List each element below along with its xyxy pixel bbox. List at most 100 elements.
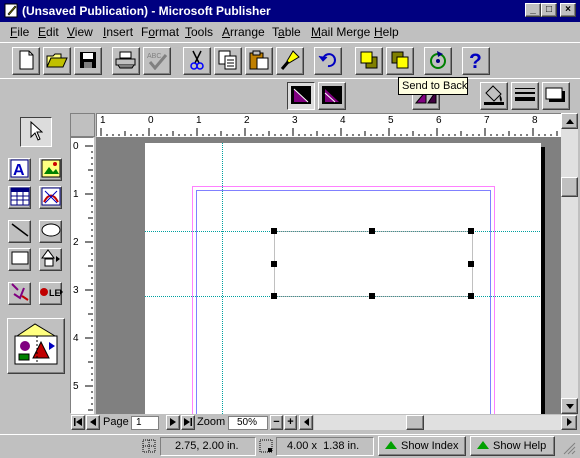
picture-frame-tool[interactable]	[39, 158, 62, 181]
v-ruler-label: 3	[73, 285, 79, 296]
show-index-button[interactable]: Show Index	[378, 436, 466, 456]
shadow-button[interactable]	[542, 82, 570, 110]
position-readout: 2.75, 2.00 in.	[160, 437, 256, 456]
design-gallery-button[interactable]	[7, 318, 65, 374]
next-page-button[interactable]	[166, 415, 180, 430]
fill-color-button[interactable]	[480, 82, 508, 110]
spell-check-button[interactable]: ABC	[143, 47, 171, 75]
menu-view[interactable]: View	[67, 25, 93, 39]
selection-handle-top-center[interactable]	[369, 228, 375, 234]
send-to-back-button[interactable]	[386, 47, 414, 75]
ole-object-tool[interactable]: LE	[39, 282, 63, 305]
horizontal-ruler[interactable]: 1 0 1 2 3 4 5 6 7 8	[96, 113, 562, 137]
show-help-button[interactable]: Show Help	[470, 436, 555, 456]
design-gallery-object-tool[interactable]	[8, 282, 31, 305]
maximize-button[interactable]: □	[541, 3, 557, 17]
line-tool[interactable]	[8, 220, 31, 243]
undo-button[interactable]	[314, 47, 342, 75]
ruler-corner[interactable]	[70, 113, 95, 137]
menu-mail-merge[interactable]: Mail Merge	[311, 25, 370, 39]
format-painter-icon	[279, 49, 301, 74]
show-help-label: Show Help	[493, 440, 547, 452]
page-number-field[interactable]: 1	[131, 416, 159, 430]
selection-handle-bottom-right[interactable]	[468, 293, 474, 299]
selection-handle-top-right[interactable]	[468, 228, 474, 234]
vertical-scrollbar[interactable]	[561, 113, 578, 414]
bring-to-front-button[interactable]	[355, 47, 383, 75]
scroll-right-button[interactable]	[561, 415, 577, 430]
custom-shapes-tool[interactable]	[39, 248, 62, 271]
menu-bar: File Edit View Insert Format Tools Arran…	[0, 22, 580, 42]
text-frame-tool[interactable]: A	[8, 158, 31, 181]
menu-table[interactable]: Table	[272, 25, 301, 39]
menu-arrange[interactable]: Arrange	[222, 25, 265, 39]
resize-grip-icon[interactable]	[562, 441, 576, 458]
arrow-right-icon	[566, 417, 572, 429]
horizontal-scroll-thumb[interactable]	[406, 415, 424, 430]
custom-rotate-button[interactable]	[424, 47, 452, 75]
box-tool[interactable]	[8, 248, 31, 271]
minimize-button[interactable]: _	[525, 3, 541, 17]
selection-handle-bottom-center[interactable]	[369, 293, 375, 299]
object-shadow-button[interactable]	[287, 82, 315, 110]
menu-file[interactable]: File	[10, 25, 29, 39]
last-page-button[interactable]	[181, 415, 195, 430]
maximize-icon: □	[545, 4, 553, 15]
help-button[interactable]: ?	[462, 47, 490, 75]
paste-button[interactable]	[245, 47, 273, 75]
close-button[interactable]: ×	[560, 3, 576, 17]
zoom-in-button[interactable]: +	[284, 415, 297, 430]
close-icon: ×	[565, 4, 571, 15]
last-page-icon	[184, 417, 192, 429]
save-button[interactable]	[74, 47, 102, 75]
position-icon	[142, 439, 156, 456]
custom-shapes-icon	[40, 248, 62, 271]
vertical-ruler[interactable]: 0 1 2 3 4 5	[70, 137, 94, 414]
cut-button[interactable]	[183, 47, 211, 75]
selection-handle-bottom-left[interactable]	[271, 293, 277, 299]
vertical-scroll-thumb[interactable]	[561, 177, 578, 197]
pointer-tool[interactable]	[20, 117, 52, 147]
box-icon	[10, 250, 30, 269]
new-button[interactable]	[12, 47, 40, 75]
zoom-value: 50%	[237, 417, 258, 428]
table-frame-tool[interactable]	[8, 186, 31, 209]
print-button[interactable]	[112, 47, 140, 75]
horizontal-scroll-track[interactable]	[314, 415, 561, 430]
first-page-button[interactable]	[71, 415, 85, 430]
scroll-left-button[interactable]	[299, 415, 313, 430]
copy-button[interactable]	[214, 47, 242, 75]
menu-help[interactable]: Help	[374, 25, 399, 39]
app-icon[interactable]	[4, 3, 19, 18]
object-shadow-alt-button[interactable]	[318, 82, 346, 110]
selection-handle-middle-right[interactable]	[468, 261, 474, 267]
fill-bucket-icon	[483, 84, 505, 109]
spell-check-icon: ABC	[146, 50, 168, 73]
cut-icon	[188, 50, 206, 73]
publication-page[interactable]	[145, 143, 541, 414]
scroll-down-button[interactable]	[561, 398, 578, 414]
copy-icon	[218, 50, 238, 73]
page-number-value: 1	[136, 417, 142, 428]
line-icon	[10, 221, 30, 242]
selection-handle-middle-left[interactable]	[271, 261, 277, 267]
menu-tools[interactable]: Tools	[185, 25, 213, 39]
open-button[interactable]	[43, 47, 71, 75]
svg-text:ABC: ABC	[147, 53, 161, 60]
line-thickness-icon	[514, 86, 536, 107]
zoom-field[interactable]: 50%	[228, 416, 268, 430]
format-painter-button[interactable]	[276, 47, 304, 75]
line-border-button[interactable]	[511, 82, 539, 110]
menu-format[interactable]: Format	[141, 25, 179, 39]
previous-page-button[interactable]	[86, 415, 100, 430]
menu-edit[interactable]: Edit	[38, 25, 59, 39]
v-ruler-label: 2	[73, 237, 79, 248]
help-icon: ?	[468, 49, 484, 74]
menu-insert[interactable]: Insert	[103, 25, 133, 39]
oval-tool[interactable]	[39, 220, 62, 243]
publication-workspace[interactable]	[96, 137, 561, 414]
zoom-out-button[interactable]: −	[270, 415, 283, 430]
scroll-up-button[interactable]	[561, 113, 578, 129]
wordart-frame-tool[interactable]	[39, 186, 62, 209]
selection-handle-top-left[interactable]	[271, 228, 277, 234]
